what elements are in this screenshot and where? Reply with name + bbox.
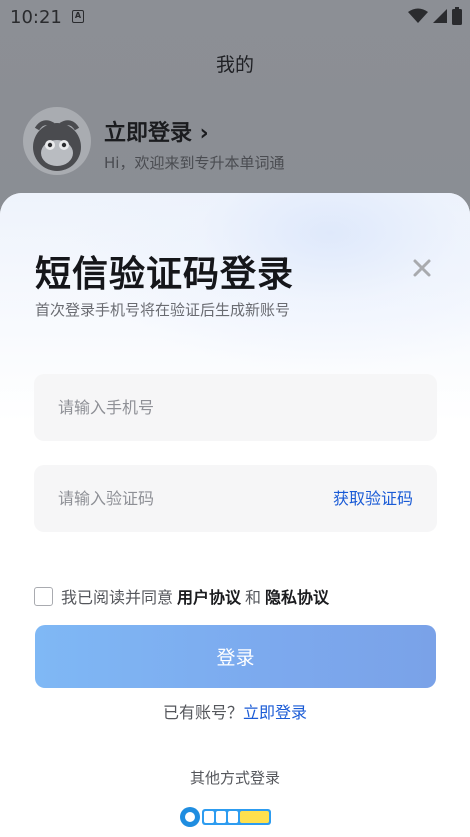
agree-prefix: 我已阅读并同意	[61, 588, 174, 607]
sheet-title: 短信验证码登录	[35, 254, 295, 295]
get-code-button[interactable]: 获取验证码	[333, 465, 413, 532]
has-account-text: 已有账号？	[162, 703, 243, 722]
login-now-link[interactable]: 立即登录	[243, 703, 307, 722]
status-icons	[408, 7, 462, 25]
status-bar: 10:21 A	[0, 0, 470, 34]
login-button[interactable]: 登录	[35, 625, 436, 688]
signal-icon	[433, 9, 447, 23]
agree-checkbox[interactable]	[34, 586, 53, 606]
close-icon	[413, 259, 431, 277]
gogo-watermark-logo	[180, 807, 271, 827]
mascot-avatar-icon	[33, 120, 81, 171]
other-login-link[interactable]: 其他方式登录	[0, 767, 470, 788]
status-time: 10:21	[10, 7, 62, 28]
sms-login-sheet: 短信验证码登录 首次登录手机号将在验证后生成新账号 获取验证码 我已阅读并同意 …	[0, 193, 470, 837]
agreement-row: 我已阅读并同意 用户协议 和 隐私协议	[34, 584, 333, 608]
avatar[interactable]	[23, 107, 91, 175]
close-button[interactable]	[410, 256, 434, 280]
has-account-row: 已有账号？立即登录	[0, 699, 470, 723]
sheet-subtitle: 首次登录手机号将在验证后生成新账号	[35, 301, 291, 319]
phone-field[interactable]	[34, 374, 437, 441]
profile-login-link[interactable]: 立即登录 ›	[104, 115, 209, 147]
privacy-policy-link[interactable]: 隐私协议	[265, 584, 329, 608]
page-title: 我的	[215, 54, 254, 76]
user-agreement-link[interactable]: 用户协议	[177, 584, 241, 608]
phone-input[interactable]	[58, 374, 318, 441]
battery-icon	[452, 7, 462, 25]
welcome-text: Hi，欢迎来到专升本单词通	[104, 154, 285, 172]
code-field[interactable]: 获取验证码	[34, 465, 437, 532]
code-input[interactable]	[58, 465, 318, 532]
notification-a-icon: A	[72, 10, 84, 23]
wifi-icon	[408, 8, 428, 23]
agree-and: 和	[245, 588, 262, 607]
